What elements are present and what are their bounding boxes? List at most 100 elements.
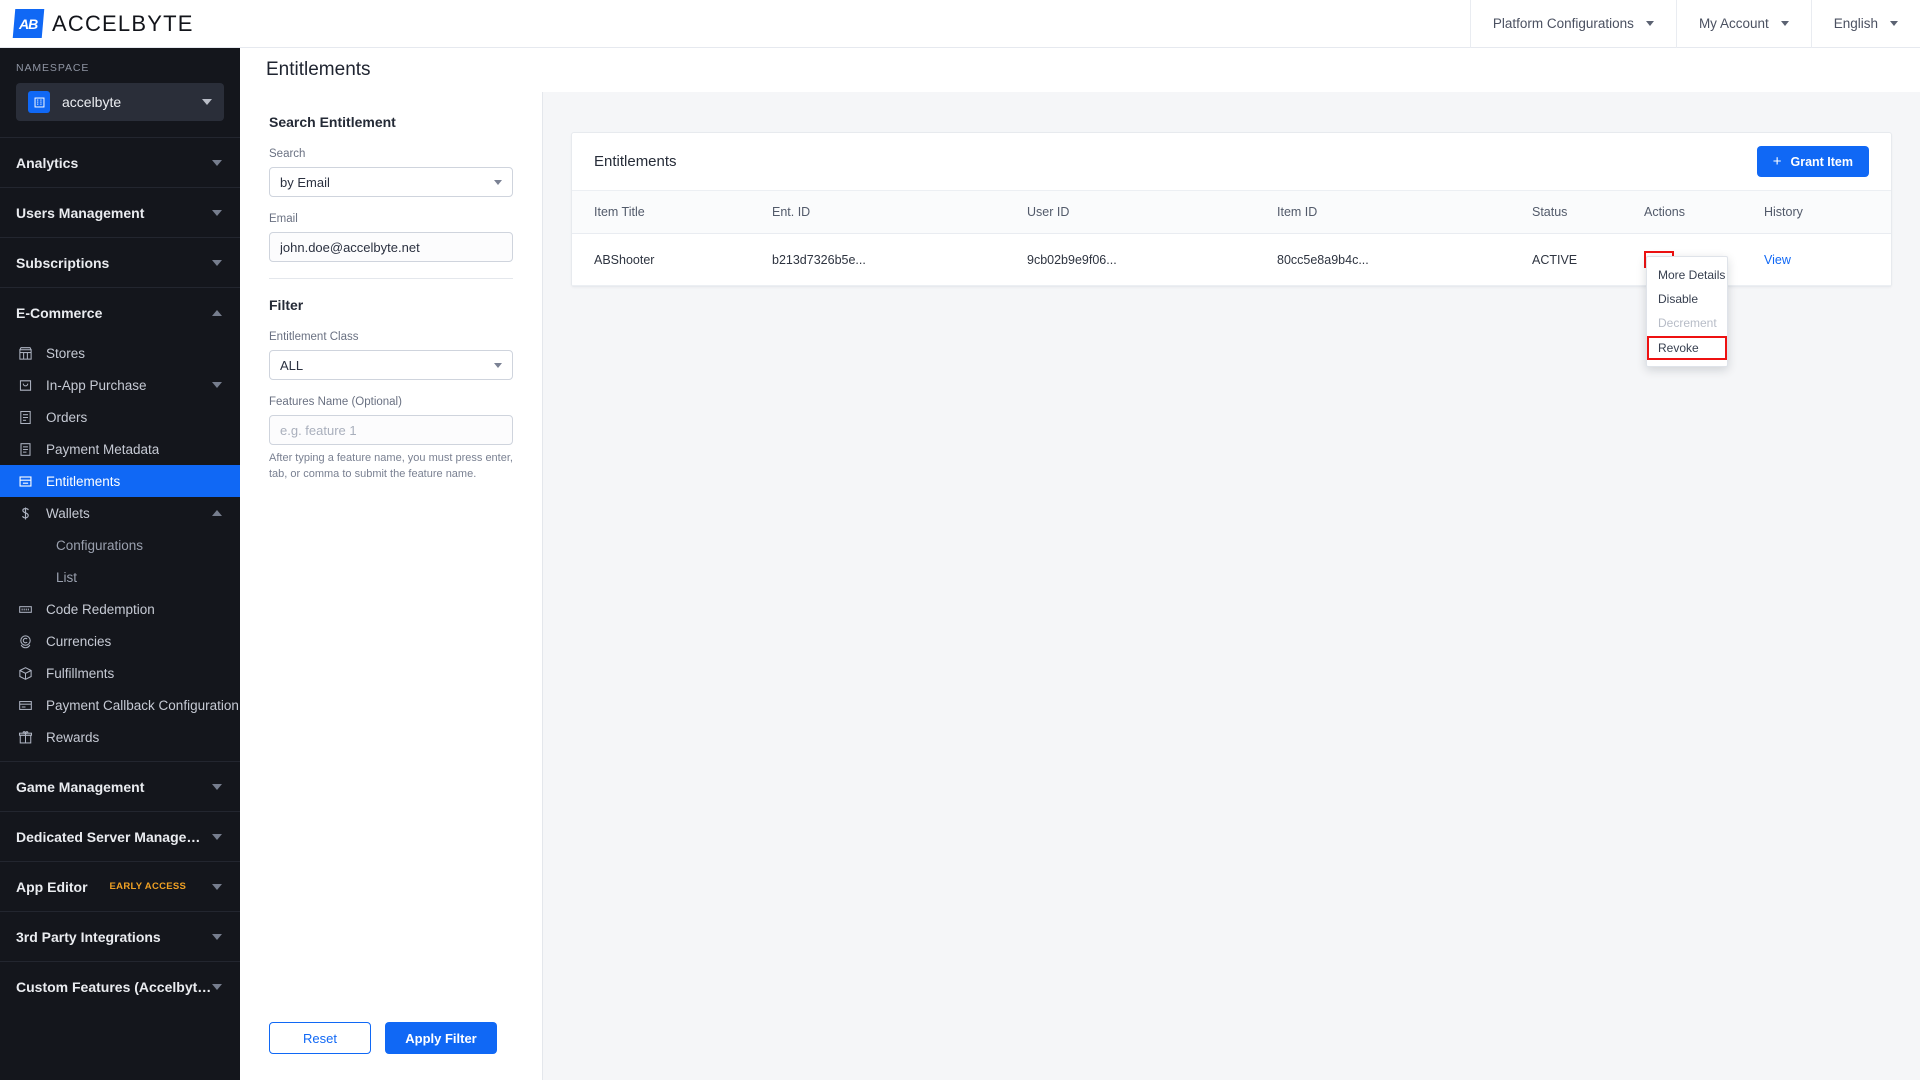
panel-divider	[269, 278, 513, 279]
sidebar-group-header-3rd-party-integrations[interactable]: 3rd Party Integrations	[0, 912, 240, 961]
sidebar-group-header-app-editor[interactable]: App Editor EARLY ACCESS	[0, 862, 240, 911]
email-input[interactable]	[269, 232, 513, 262]
filter-panel-actions: Reset Apply Filter	[269, 1022, 497, 1054]
entitlement-class-select[interactable]: ALL	[269, 350, 513, 380]
column-header-item-title: Item Title	[572, 191, 772, 234]
sidebar-group-label: Subscriptions	[16, 254, 110, 271]
reset-button[interactable]: Reset	[269, 1022, 371, 1054]
sidebar-item-label: Entitlements	[46, 473, 121, 489]
sidebar-item-wallets[interactable]: Wallets	[0, 497, 240, 529]
sidebar-item-rewards[interactable]: Rewards	[0, 721, 240, 753]
sidebar-group-label: Game Management	[16, 778, 145, 795]
sidebar-item-payment-metadata[interactable]: Payment Metadata	[0, 433, 240, 465]
cell-actions: More Details Disable Decrement Revoke	[1644, 233, 1764, 367]
cell-status: ACTIVE	[1532, 233, 1644, 286]
brand-name: ACCELBYTE	[52, 10, 194, 36]
sidebar-group-custom-features: Custom Features (Accelbyte In...	[0, 961, 240, 1011]
sidebar-group-ecommerce: E-Commerce Stores In-App Purchase Orders…	[0, 287, 240, 753]
grant-item-label: Grant Item	[1790, 154, 1853, 169]
apply-filter-button[interactable]: Apply Filter	[385, 1022, 497, 1054]
chevron-up-icon	[212, 309, 222, 316]
sidebar-item-wallets-configurations[interactable]: Configurations	[0, 529, 240, 561]
top-nav-label: My Account	[1698, 16, 1769, 31]
brand-mark-text: AB	[19, 15, 38, 32]
sidebar-item-label: Wallets	[46, 505, 90, 521]
sidebar-item-payment-callback-configuration[interactable]: Payment Callback Configuration	[0, 689, 240, 721]
sidebar-group-label: Users Management	[16, 204, 145, 221]
sidebar-group-label: Analytics	[16, 154, 79, 171]
sidebar-item-label: Fulfillments	[46, 665, 115, 681]
bag-icon	[16, 376, 34, 394]
sidebar: NAMESPACE accelbyte Analytics Users Mana…	[0, 48, 240, 1080]
accelbyte-logo-icon: AB	[12, 9, 45, 38]
sidebar-group-analytics: Analytics	[0, 137, 240, 187]
sidebar-item-wallets-list[interactable]: List	[0, 561, 240, 593]
sidebar-item-currencies[interactable]: Currencies	[0, 625, 240, 657]
grant-item-button[interactable]: + Grant Item	[1756, 146, 1869, 177]
email-label: Email	[269, 213, 298, 225]
context-menu-item-decrement: Decrement	[1658, 316, 1717, 330]
chevron-down-icon	[212, 833, 222, 840]
top-nav-language[interactable]: English	[1810, 0, 1920, 48]
entitlement-class-value: ALL	[280, 357, 304, 373]
top-nav-platform-configurations[interactable]: Platform Configurations	[1469, 0, 1676, 48]
features-name-input[interactable]	[269, 415, 513, 445]
sidebar-group-header-subscriptions[interactable]: Subscriptions	[0, 238, 240, 287]
sidebar-group-users-management: Users Management	[0, 187, 240, 237]
sidebar-item-label: Configurations	[56, 537, 144, 553]
document-icon	[16, 440, 34, 458]
top-nav-label: English	[1833, 16, 1878, 31]
coin-icon	[16, 632, 34, 650]
search-type-value: by Email	[280, 174, 330, 190]
sidebar-group-header-game-management[interactable]: Game Management	[0, 762, 240, 811]
sidebar-group-subscriptions: Subscriptions	[0, 237, 240, 287]
chevron-down-icon	[212, 983, 222, 990]
sidebar-item-label: Rewards	[46, 729, 100, 745]
dollar-icon	[16, 504, 34, 522]
sidebar-group-header-ecommerce[interactable]: E-Commerce	[0, 288, 240, 337]
sidebar-group-header-analytics[interactable]: Analytics	[0, 138, 240, 187]
top-nav: Platform Configurations My Account Engli…	[1469, 0, 1920, 48]
brand-logo[interactable]: AB ACCELBYTE	[0, 0, 240, 48]
top-bar: AB ACCELBYTE Platform Configurations My …	[0, 0, 1920, 48]
sidebar-item-in-app-purchase[interactable]: In-App Purchase	[0, 369, 240, 401]
table-row[interactable]: ABShooter b213d7326b5e... 9cb02b9e9f06..…	[572, 233, 1891, 367]
sidebar-group-header-users-management[interactable]: Users Management	[0, 188, 240, 237]
entitlements-card-header: Entitlements + Grant Item	[572, 133, 1891, 191]
sidebar-group-game-management: Game Management	[0, 761, 240, 811]
sidebar-group-label: Custom Features (Accelbyte In...	[16, 978, 212, 995]
sidebar-item-stores[interactable]: Stores	[0, 337, 240, 369]
sidebar-item-entitlements[interactable]: Entitlements	[0, 465, 240, 497]
context-menu-item-more-details[interactable]: More Details	[1647, 263, 1727, 287]
entitlement-class-label: Entitlement Class	[269, 331, 359, 343]
context-menu-item-disable[interactable]: Disable	[1647, 287, 1727, 311]
page-header: Entitlements	[240, 48, 1920, 92]
cell-ent-id: b213d7326b5e...	[772, 233, 1027, 286]
namespace-select[interactable]: accelbyte	[16, 83, 224, 121]
sidebar-item-code-redemption[interactable]: Code Redemption	[0, 593, 240, 625]
sidebar-group-label: App Editor	[16, 878, 88, 895]
search-type-select[interactable]: by Email	[269, 167, 513, 197]
top-nav-my-account[interactable]: My Account	[1675, 0, 1811, 48]
top-nav-label: Platform Configurations	[1492, 16, 1634, 31]
chevron-up-icon	[212, 510, 222, 516]
sidebar-item-fulfillments[interactable]: Fulfillments	[0, 657, 240, 689]
sidebar-group-header-dedicated-server-management[interactable]: Dedicated Server Management	[0, 812, 240, 861]
early-access-badge: EARLY ACCESS	[109, 881, 187, 892]
features-name-field: Features Name (Optional) After typing a …	[269, 396, 513, 483]
sidebar-item-label: List	[56, 569, 78, 585]
sidebar-group-header-custom-features[interactable]: Custom Features (Accelbyte In...	[0, 962, 240, 1011]
chevron-down-icon	[1780, 21, 1789, 26]
sidebar-item-label: Payment Callback Configuration	[46, 697, 239, 713]
view-history-link[interactable]: View	[1764, 253, 1791, 267]
namespace-label: NAMESPACE	[16, 62, 90, 74]
context-menu-item-revoke[interactable]: Revoke	[1647, 336, 1727, 360]
chevron-down-icon	[1890, 21, 1898, 26]
chevron-down-icon	[212, 209, 222, 216]
sidebar-item-label: Code Redemption	[46, 601, 155, 617]
sidebar-group-app-editor: App Editor EARLY ACCESS	[0, 861, 240, 911]
column-header-ent-id: Ent. ID	[772, 191, 1027, 234]
card-icon	[16, 696, 34, 714]
filter-panel: Search Entitlement Search by Email Email…	[240, 92, 543, 1080]
sidebar-item-orders[interactable]: Orders	[0, 401, 240, 433]
